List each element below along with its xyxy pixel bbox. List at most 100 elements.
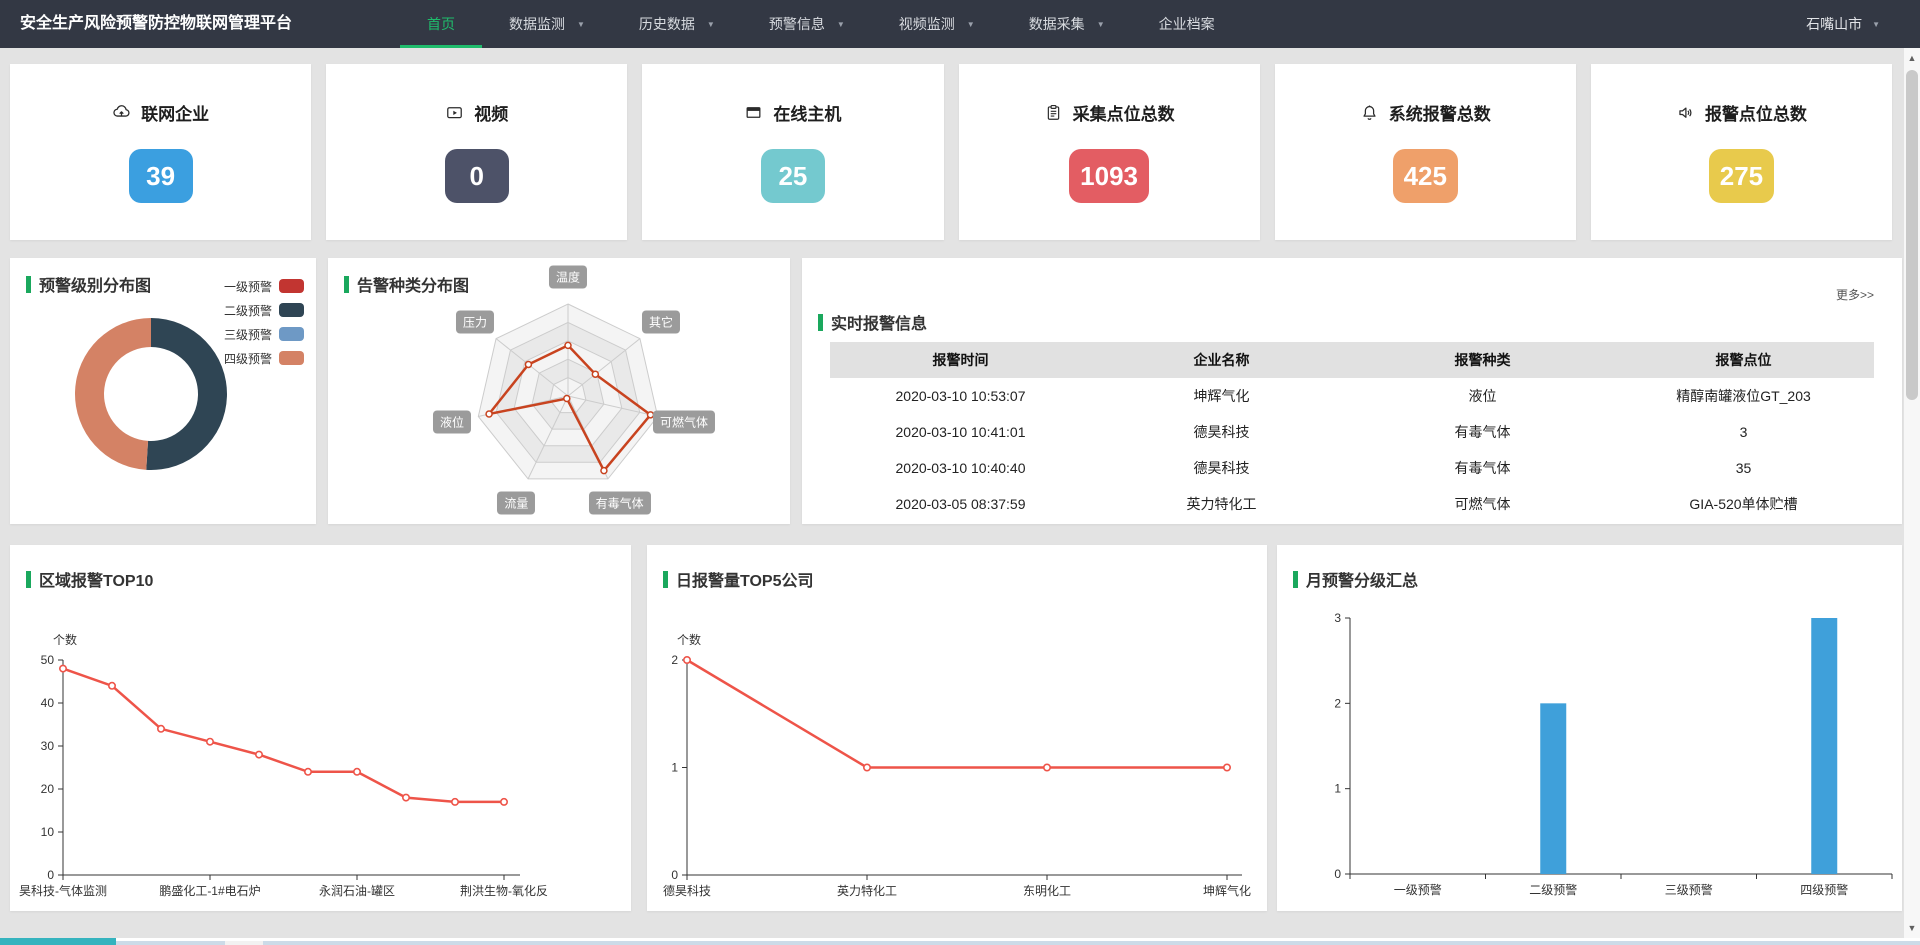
city-selector[interactable]: 石嘴山市 ▼ <box>1806 0 1880 48</box>
table-cell: 3 <box>1613 414 1874 450</box>
radar-chart <box>328 258 790 524</box>
table-cell: 可燃气体 <box>1352 486 1613 522</box>
scrollbar[interactable]: ▲ ▼ <box>1904 48 1920 938</box>
stat-card-header: 采集点位总数 <box>959 100 1260 125</box>
svg-text:10: 10 <box>41 825 55 839</box>
table-cell: GIA-520单体贮槽 <box>1613 486 1874 522</box>
city-label: 石嘴山市 <box>1806 14 1862 34</box>
legend-item[interactable]: 二级预警 <box>224 298 304 322</box>
stat-card: 系统报警总数 425 <box>1275 64 1576 240</box>
svg-text:1: 1 <box>1334 782 1341 796</box>
nav-item-label: 视频监测 <box>899 14 955 34</box>
nav-item-alarm-info[interactable]: 预警信息 ▼ <box>742 0 872 48</box>
title-accent-bar <box>26 571 31 588</box>
panel-title-text: 区域报警TOP10 <box>39 567 153 591</box>
panel-title: 月预警分级汇总 <box>1293 567 1418 591</box>
legend-color-swatch <box>279 351 304 365</box>
nav-item-video-monitor[interactable]: 视频监测 ▼ <box>872 0 1002 48</box>
scrollbar-down-button[interactable]: ▼ <box>1904 920 1920 936</box>
table-header-cell: 报警种类 <box>1352 342 1613 378</box>
chevron-down-icon: ▼ <box>837 20 845 29</box>
bottom-strip <box>0 938 1920 945</box>
svg-text:东明化工: 东明化工 <box>1023 884 1071 898</box>
panel-title: 告警种类分布图 <box>344 272 469 296</box>
table-row[interactable]: 2020-03-10 10:53:07 坤辉气化 液位 精醇南罐液位GT_203 <box>830 378 1874 414</box>
nav-item-label: 预警信息 <box>769 14 825 34</box>
title-accent-bar <box>26 276 31 293</box>
svg-text:二级预警: 二级预警 <box>1529 882 1577 897</box>
speaker-icon <box>1676 103 1695 122</box>
table-header-cell: 企业名称 <box>1091 342 1352 378</box>
panel-warning-level-distribution: 预警级别分布图 一级预警 二级预警 三级预警 四级预警 <box>10 258 316 524</box>
stat-value-badge: 425 <box>1393 149 1458 203</box>
panel-alarm-type-distribution: 告警种类分布图 温度其它可燃气体有毒气体流量液位压力 <box>328 258 790 524</box>
chevron-down-icon: ▼ <box>577 20 585 29</box>
stat-label: 视频 <box>474 100 508 125</box>
svg-text:荆洪生物-氧化反: 荆洪生物-氧化反 <box>460 884 548 898</box>
table-row[interactable]: 2020-03-05 08:37:59 英力特化工 可燃气体 GIA-520单体… <box>830 486 1874 522</box>
legend-item[interactable]: 三级预警 <box>224 322 304 346</box>
panel-monthly-warning-summary: 月预警分级汇总 0123一级预警二级预警三级预警四级预警 <box>1277 545 1902 911</box>
dashboard-page: 安全生产风险预警防控物联网管理平台 首页 数据监测 ▼ 历史数据 ▼ 预警信息 … <box>0 0 1920 945</box>
table-header-cell: 报警时间 <box>830 342 1091 378</box>
nav-item-label: 历史数据 <box>639 14 695 34</box>
svg-text:1: 1 <box>671 761 678 775</box>
stat-card-header: 报警点位总数 <box>1591 100 1892 125</box>
stat-label: 系统报警总数 <box>1389 100 1491 125</box>
nav-item-home[interactable]: 首页 <box>400 0 482 48</box>
table-cell: 有毒气体 <box>1352 450 1613 486</box>
chevron-down-icon: ▼ <box>1872 20 1880 29</box>
more-link[interactable]: 更多>> <box>1836 286 1874 303</box>
panel-title-text: 实时报警信息 <box>831 310 927 334</box>
legend-item[interactable]: 一级预警 <box>224 274 304 298</box>
legend-item[interactable]: 四级预警 <box>224 346 304 370</box>
stat-card-header: 在线主机 <box>642 100 943 125</box>
legend-color-swatch <box>279 303 304 317</box>
scrollbar-thumb[interactable] <box>1906 70 1918 400</box>
svg-text:2: 2 <box>1334 696 1341 710</box>
table-cell: 德昊科技 <box>1091 414 1352 450</box>
panel-title: 实时报警信息 <box>818 310 927 334</box>
svg-text:3: 3 <box>1334 611 1341 625</box>
title-accent-bar <box>1293 571 1298 588</box>
table-header: 报警时间 企业名称 报警种类 报警点位 <box>830 342 1874 378</box>
bar-chart-monthly-levels: 0123一级预警二级预警三级预警四级预警 <box>1277 545 1902 911</box>
svg-text:0: 0 <box>671 868 678 882</box>
cloud-link-icon <box>112 103 131 122</box>
title-accent-bar <box>818 314 823 331</box>
title-accent-bar <box>663 571 668 588</box>
stat-label: 联网企业 <box>141 100 209 125</box>
svg-text:四级预警: 四级预警 <box>1800 882 1848 897</box>
nav-item-data-collect[interactable]: 数据采集 ▼ <box>1002 0 1132 48</box>
title-accent-bar <box>344 276 349 293</box>
table-cell: 有毒气体 <box>1352 414 1613 450</box>
svg-text:0: 0 <box>1334 867 1341 881</box>
table-row[interactable]: 2020-03-10 10:40:40 德昊科技 有毒气体 35 <box>830 450 1874 486</box>
chevron-down-icon: ▼ <box>707 20 715 29</box>
stat-value-badge: 25 <box>761 149 825 203</box>
pie-legend: 一级预警 二级预警 三级预警 四级预警 <box>224 274 304 370</box>
table-cell: 2020-03-10 10:53:07 <box>830 378 1091 414</box>
nav-item-label: 企业档案 <box>1159 14 1215 34</box>
svg-text:30: 30 <box>41 739 55 753</box>
bell-icon <box>1360 103 1379 122</box>
scrollbar-up-button[interactable]: ▲ <box>1904 50 1920 66</box>
nav-item-history-data[interactable]: 历史数据 ▼ <box>612 0 742 48</box>
svg-text:个数: 个数 <box>677 632 701 647</box>
svg-text:50: 50 <box>41 653 55 667</box>
table-row[interactable]: 2020-03-10 10:41:01 德昊科技 有毒气体 3 <box>830 414 1874 450</box>
stat-card: 视频 0 <box>326 64 627 240</box>
legend-item-label: 二级预警 <box>224 302 272 319</box>
nav-item-enterprise-archive[interactable]: 企业档案 <box>1132 0 1242 48</box>
legend-color-swatch <box>279 327 304 341</box>
nav-item-data-monitor[interactable]: 数据监测 ▼ <box>482 0 612 48</box>
stat-value-badge: 275 <box>1709 149 1774 203</box>
video-icon <box>445 103 464 122</box>
legend-color-swatch <box>279 279 304 293</box>
table-cell: 坤辉气化 <box>1091 378 1352 414</box>
panel-region-alarm-top10: 区域报警TOP10 01020304050昊科技-气体监测鹏盛化工-1#电石炉永… <box>10 545 631 911</box>
svg-text:三级预警: 三级预警 <box>1665 882 1713 897</box>
panel-daily-alarm-top5: 日报警量TOP5公司 012德昊科技英力特化工东明化工坤辉气化个数 <box>647 545 1267 911</box>
nav-item-label: 数据采集 <box>1029 14 1085 34</box>
svg-text:40: 40 <box>41 696 55 710</box>
